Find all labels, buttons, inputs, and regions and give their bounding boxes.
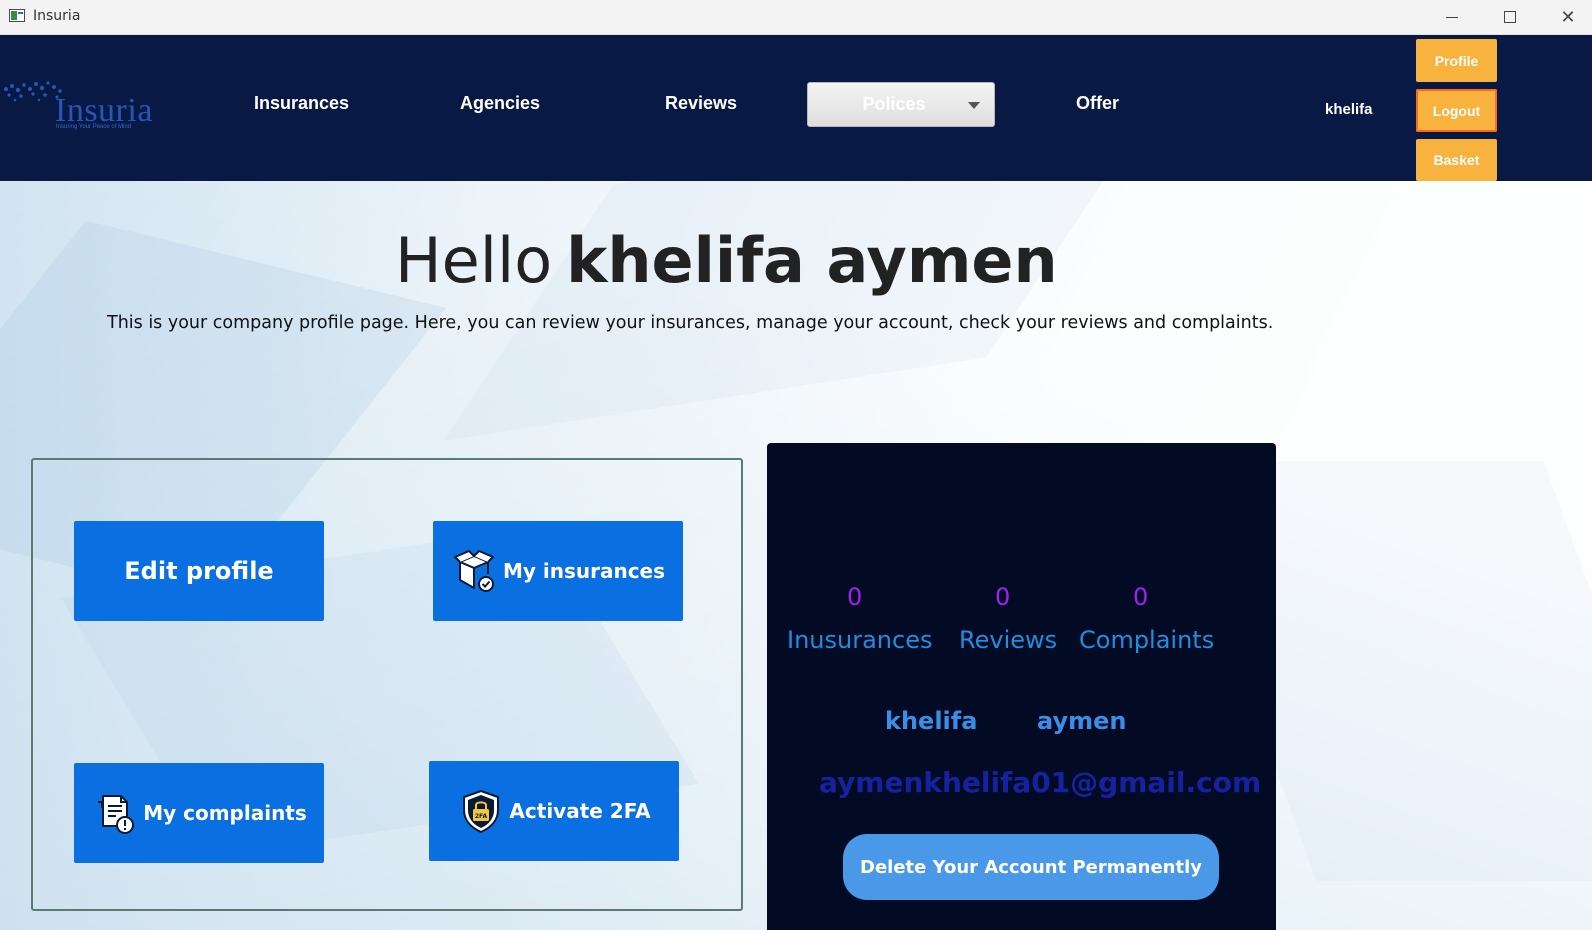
activate-2fa-label: Activate 2FA bbox=[509, 799, 651, 823]
background-shape bbox=[443, 181, 1157, 441]
my-complaints-label: My complaints bbox=[143, 801, 307, 825]
window-titlebar: Insuria ✕ bbox=[0, 0, 1592, 35]
user-last-name: aymen bbox=[1037, 707, 1127, 735]
profile-content: Hello khelifa aymen This is your company … bbox=[0, 181, 1592, 930]
logo-tagline: Insuring Your Peace of Mind bbox=[56, 124, 132, 130]
greeting-name: khelifa aymen bbox=[566, 224, 1058, 297]
window-title: Insuria bbox=[33, 8, 81, 24]
chevron-down-icon bbox=[968, 102, 980, 109]
basket-button[interactable]: Basket bbox=[1416, 139, 1497, 181]
greeting-hello: Hello bbox=[395, 224, 553, 297]
box-icon bbox=[451, 547, 499, 595]
my-insurances-button[interactable]: My insurances bbox=[433, 521, 683, 621]
account-stats-card: 0 Inusurances 0 Reviews 0 Complaints khe… bbox=[767, 443, 1276, 930]
maximize-icon[interactable] bbox=[1481, 0, 1539, 34]
document-alert-icon bbox=[91, 789, 139, 837]
polices-dropdown-label: Polices bbox=[862, 94, 926, 114]
minimize-icon[interactable] bbox=[1423, 0, 1481, 34]
edit-profile-label: Edit profile bbox=[124, 557, 274, 585]
greeting-heading: Hello khelifa aymen bbox=[395, 224, 1058, 297]
user-email: aymenkhelifa01@gmail.com bbox=[819, 766, 1262, 799]
user-first-name: khelifa bbox=[885, 707, 978, 735]
reviews-count: 0 bbox=[995, 583, 1011, 611]
insuria-logo[interactable]: Insuria Insuring Your Peace of Mind bbox=[0, 79, 152, 135]
nav-link-agencies[interactable]: Agencies bbox=[460, 93, 540, 114]
profile-button[interactable]: Profile bbox=[1416, 39, 1497, 82]
polices-dropdown[interactable]: Polices bbox=[807, 82, 995, 127]
nav-link-offer[interactable]: Offer bbox=[1076, 93, 1119, 114]
app-icon bbox=[9, 9, 25, 22]
delete-account-button[interactable]: Delete Your Account Permanently bbox=[843, 834, 1219, 900]
svg-text:2FA: 2FA bbox=[475, 813, 488, 820]
close-icon[interactable]: ✕ bbox=[1539, 0, 1592, 34]
activate-2fa-button[interactable]: 2FA Activate 2FA bbox=[429, 761, 679, 861]
complaints-stat-label: Complaints bbox=[1079, 626, 1215, 654]
nav-link-insurances[interactable]: Insurances bbox=[254, 93, 349, 114]
shield-lock-icon: 2FA bbox=[457, 787, 505, 835]
reviews-stat-label: Reviews bbox=[959, 626, 1058, 654]
edit-profile-button[interactable]: Edit profile bbox=[74, 521, 324, 621]
insurances-stat-label: Inusurances bbox=[787, 626, 933, 654]
logout-button[interactable]: Logout bbox=[1416, 89, 1497, 132]
top-navbar: Insuria Insuring Your Peace of Mind Insu… bbox=[0, 35, 1592, 181]
my-complaints-button[interactable]: My complaints bbox=[74, 763, 324, 863]
my-insurances-label: My insurances bbox=[502, 559, 666, 583]
nav-username: khelifa bbox=[1325, 101, 1373, 118]
insurances-count: 0 bbox=[847, 583, 863, 611]
actions-panel: Edit profile My insurances My complaints… bbox=[31, 458, 743, 911]
complaints-count: 0 bbox=[1133, 583, 1149, 611]
intro-text: This is your company profile page. Here,… bbox=[107, 313, 1274, 333]
nav-link-reviews[interactable]: Reviews bbox=[665, 93, 737, 114]
